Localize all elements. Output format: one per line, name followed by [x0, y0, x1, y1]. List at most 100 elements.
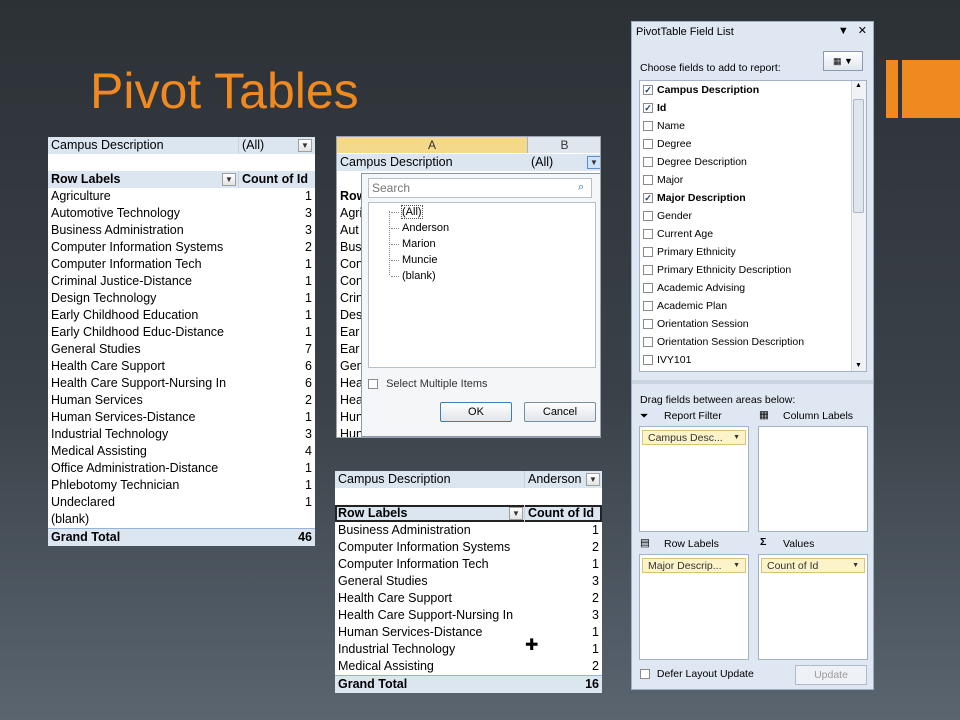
- checkbox-icon[interactable]: [643, 157, 653, 168]
- checkbox-icon[interactable]: [643, 265, 653, 276]
- table-row: Computer Information Tech 1: [48, 256, 315, 273]
- checkbox-icon[interactable]: [643, 355, 653, 366]
- column-labels-label: Column Labels: [783, 410, 854, 422]
- field-name: Academic Plan: [657, 300, 728, 312]
- checkbox-icon[interactable]: [643, 85, 653, 96]
- checkbox-icon[interactable]: [643, 229, 653, 240]
- drag-fields-label: Drag fields between areas below:: [640, 394, 796, 406]
- row-labels-dropdown-icon[interactable]: ▼: [222, 173, 236, 186]
- row-label: General Studies: [51, 342, 141, 356]
- checkbox-icon[interactable]: [640, 669, 650, 680]
- field-item[interactable]: Id: [643, 99, 666, 117]
- grand-total-value: 16: [585, 677, 599, 691]
- checkbox-icon[interactable]: [643, 301, 653, 312]
- column-labels-area[interactable]: [758, 426, 868, 532]
- filter-option[interactable]: (blank): [391, 269, 436, 284]
- checkbox-icon[interactable]: [643, 175, 653, 186]
- row-labels-dropdown-icon[interactable]: ▼: [509, 507, 523, 520]
- tree-connector: [391, 211, 399, 213]
- checkbox-icon[interactable]: [643, 319, 653, 330]
- field-item[interactable]: Primary Ethnicity Description: [643, 261, 791, 279]
- scrollbar[interactable]: ▲ ▼: [851, 81, 866, 371]
- field-item[interactable]: Current Age: [643, 225, 713, 243]
- row-value: 1: [305, 478, 312, 492]
- report-filter-area[interactable]: Campus Desc... ▼: [639, 426, 749, 532]
- field-item[interactable]: Name: [643, 117, 685, 135]
- search-icon: ⌕: [578, 181, 585, 193]
- field-item[interactable]: Orientation Session Description: [643, 333, 804, 351]
- field-item[interactable]: Academic Advising: [643, 279, 745, 297]
- layout-options-button[interactable]: ▦ ▼: [823, 51, 863, 71]
- filter-option[interactable]: (All): [391, 205, 423, 220]
- field-name: Degree: [657, 138, 692, 150]
- row-labels-area[interactable]: Major Descrip... ▼: [639, 554, 749, 660]
- checkbox-icon[interactable]: [643, 139, 653, 150]
- panel-menu-icon[interactable]: ▼: [838, 25, 849, 37]
- row-labels-header: Row Labels: [51, 172, 121, 186]
- chevron-down-icon[interactable]: ▼: [733, 431, 740, 445]
- column-header-b[interactable]: B: [528, 137, 600, 153]
- checkbox-icon[interactable]: [643, 121, 653, 132]
- checkbox-icon[interactable]: [643, 283, 653, 294]
- scroll-up-icon[interactable]: ▲: [855, 82, 862, 89]
- checkbox-icon[interactable]: [368, 379, 378, 390]
- row-label-stub: Hun: [340, 410, 363, 424]
- field-item[interactable]: Major: [643, 171, 683, 189]
- filter-option[interactable]: Muncie: [391, 253, 437, 268]
- table-row: Early Childhood Education 1: [48, 307, 315, 324]
- pivot-body: Business Administration 1 Computer Informa…: [335, 522, 602, 675]
- row-label: Human Services: [51, 393, 143, 407]
- scroll-down-icon[interactable]: ▼: [855, 362, 862, 369]
- field-item[interactable]: Orientation Session: [643, 315, 749, 333]
- filter-option[interactable]: Marion: [391, 237, 436, 252]
- update-button[interactable]: Update: [795, 665, 867, 685]
- filter-dropdown-window: A B Campus Description (All) ▼ Row Agri Au…: [336, 136, 601, 438]
- scroll-thumb[interactable]: [853, 99, 864, 213]
- table-row: Early Childhood Educ-Distance 1: [48, 324, 315, 341]
- field-name: Id: [657, 102, 667, 114]
- report-filter-chip[interactable]: Campus Desc... ▼: [642, 430, 746, 445]
- field-item[interactable]: Major Description: [643, 189, 746, 207]
- grand-total-value: 46: [298, 530, 312, 544]
- checkbox-icon[interactable]: [643, 103, 653, 114]
- row-value: 7: [305, 342, 312, 356]
- grand-total-row: Grand Total 46: [48, 528, 315, 546]
- select-multiple-checkbox[interactable]: Select Multiple Items: [368, 378, 488, 390]
- close-icon[interactable]: ✕: [858, 25, 867, 37]
- field-item[interactable]: IVY101: [643, 351, 691, 369]
- chevron-down-icon[interactable]: ▼: [733, 559, 740, 573]
- tree-connector: [391, 259, 399, 261]
- table-row: Human Services 2: [48, 392, 315, 409]
- field-item[interactable]: Degree Description: [643, 153, 747, 171]
- field-item[interactable]: Degree: [643, 135, 691, 153]
- row-labels-chip[interactable]: Major Descrip... ▼: [642, 558, 746, 573]
- filter-dropdown-icon[interactable]: ▼: [298, 139, 312, 152]
- filter-option[interactable]: Anderson: [391, 221, 449, 236]
- column-header-a[interactable]: A: [337, 137, 528, 153]
- search-input[interactable]: Search: [368, 178, 592, 198]
- field-name: IVY101: [657, 354, 692, 366]
- row-value: 2: [305, 393, 312, 407]
- chevron-down-icon[interactable]: ▼: [852, 559, 859, 573]
- checkbox-icon[interactable]: [643, 193, 653, 204]
- cancel-button[interactable]: Cancel: [524, 402, 596, 422]
- defer-layout-checkbox[interactable]: Defer Layout Update: [640, 668, 754, 680]
- row-value: 1: [305, 461, 312, 475]
- field-item[interactable]: Campus Description: [643, 81, 759, 99]
- values-chip[interactable]: Count of Id ▼: [761, 558, 865, 573]
- row-value: 3: [305, 223, 312, 237]
- filter-dropdown-icon[interactable]: ▼: [587, 156, 600, 169]
- table-row: Health Care Support 6: [48, 358, 315, 375]
- ok-button[interactable]: OK: [440, 402, 512, 422]
- field-item[interactable]: Gender: [643, 207, 692, 225]
- checkbox-icon[interactable]: [643, 211, 653, 222]
- field-item[interactable]: Primary Ethnicity: [643, 243, 736, 261]
- field-item[interactable]: Academic Plan: [643, 297, 727, 315]
- row-value: 3: [305, 206, 312, 220]
- tree-connector: [391, 243, 399, 245]
- filter-funnel-icon[interactable]: ▼: [586, 473, 600, 486]
- row-label: Business Administration: [338, 523, 471, 537]
- values-area[interactable]: Count of Id ▼: [758, 554, 868, 660]
- checkbox-icon[interactable]: [643, 247, 653, 258]
- checkbox-icon[interactable]: [643, 337, 653, 348]
